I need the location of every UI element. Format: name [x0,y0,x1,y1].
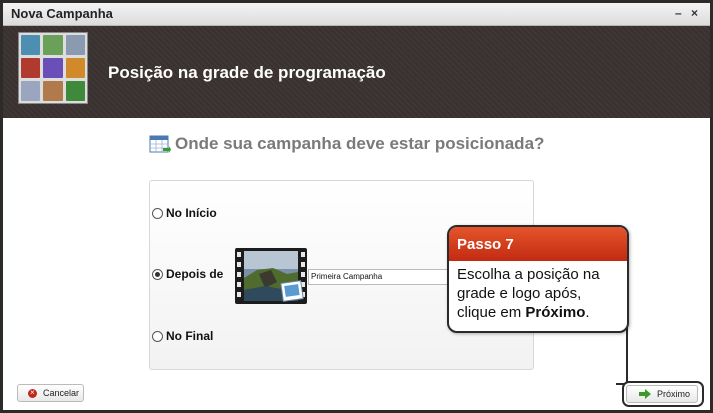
callout-connector [616,325,628,385]
media-thumbnail [21,58,41,78]
question-text: Onde sua campanha deve estar posicionada… [175,134,545,153]
step-title: Posição na grade de programação [108,63,386,82]
media-thumbnail [65,58,85,78]
tip-line-3-prefix: clique em [457,304,526,321]
new-campaign-window: Nova Campanha – × Posição na grade de pr… [0,0,713,413]
step-tip-callout: Passo 7 Escolha a posição na grade e log… [447,225,629,333]
calendar-icon [149,135,171,153]
campaign-select-field[interactable]: Primeira Campanha [308,269,462,285]
media-thumbnail [21,81,41,101]
option-final[interactable]: No Final [152,329,213,343]
radio-final[interactable] [152,330,163,342]
tip-line-1: Escolha a posição na [457,266,600,283]
cancel-icon [28,388,37,398]
media-thumbnail [43,58,63,78]
option-inicio-label: No Início [166,206,217,220]
window-title: Nova Campanha [11,6,113,21]
tip-line-2: grade e logo após, [457,285,582,302]
next-label: Próximo [657,389,691,399]
close-button[interactable]: × [691,6,698,20]
option-final-label: No Final [166,329,214,343]
title-bar: Nova Campanha – × [3,3,710,26]
media-thumbnail [65,81,85,101]
arrow-right-icon [639,389,651,399]
tip-line-3-suffix: . [585,304,590,321]
media-thumbnail [43,81,63,101]
option-inicio[interactable]: No Início [152,206,217,220]
media-thumbnail [65,35,85,55]
question-heading: Onde sua campanha deve estar posicionada… [149,134,544,154]
radio-inicio[interactable] [152,207,163,219]
tip-line-3: clique em Próximo. [457,303,619,322]
media-thumbnail [21,35,41,55]
tip-title: Passo 7 [449,227,627,261]
cancel-button[interactable]: Cancelar [17,384,84,402]
minimize-button[interactable]: – [675,6,682,20]
next-button[interactable]: Próximo [626,385,698,403]
option-depois[interactable]: Depois de [152,267,223,281]
media-thumbnail [43,35,63,55]
tip-body: Escolha a posição na grade e logo após, … [449,261,627,326]
tip-line-3-bold: Próximo [525,304,586,321]
media-thumbnails-icon [18,32,88,104]
film-thumbnail-icon [235,248,307,304]
wizard-header: Posição na grade de programação [3,26,710,118]
radio-depois[interactable] [152,268,163,280]
option-depois-label: Depois de [166,267,224,281]
cancel-label: Cancelar [43,388,80,398]
